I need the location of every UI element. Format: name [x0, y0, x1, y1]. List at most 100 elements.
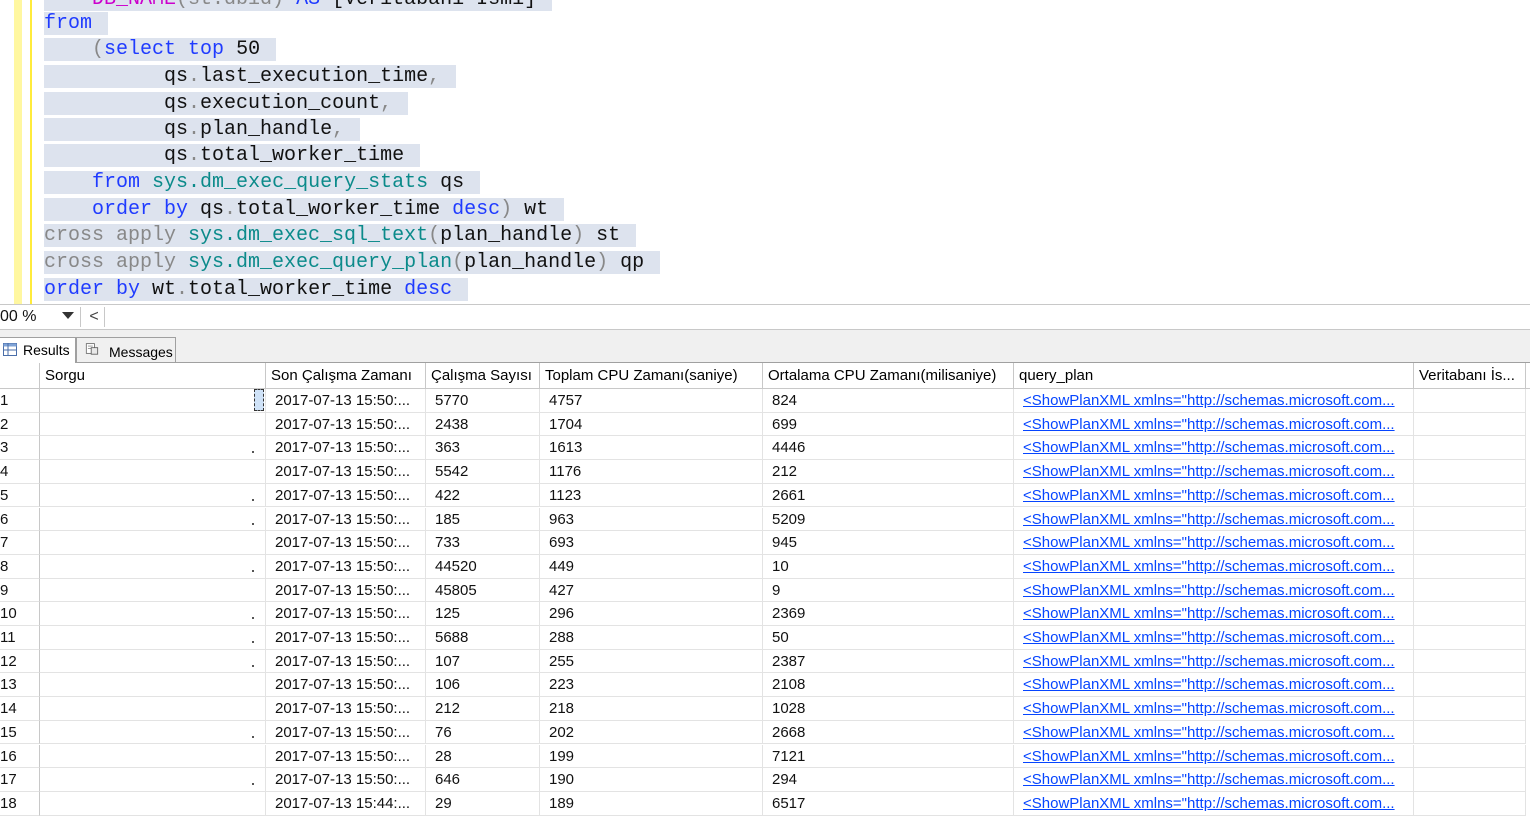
calisma-sayisi-cell[interactable]: 733: [426, 531, 540, 555]
calisma-sayisi-cell[interactable]: 5688: [426, 626, 540, 650]
veritabani-cell[interactable]: [1414, 460, 1526, 484]
ortalama-cpu-cell[interactable]: 824: [763, 389, 1014, 413]
veritabani-cell[interactable]: [1414, 412, 1526, 437]
row-number-cell[interactable]: 18: [0, 791, 40, 816]
son-calisma-zamani-cell[interactable]: 2017-07-13 15:50:...: [266, 768, 426, 792]
calisma-sayisi-cell[interactable]: 5770: [426, 389, 540, 413]
query-plan-link[interactable]: <ShowPlanXML xmlns="http://schemas.micro…: [1014, 412, 1414, 437]
veritabani-cell[interactable]: [1414, 720, 1526, 745]
son-calisma-zamani-cell[interactable]: 2017-07-13 15:44:...: [266, 791, 426, 816]
son-calisma-zamani-cell[interactable]: 2017-07-13 15:50:...: [266, 436, 426, 461]
query-plan-link[interactable]: <ShowPlanXML xmlns="http://schemas.micro…: [1014, 649, 1414, 674]
toplam-cpu-cell[interactable]: 288: [540, 626, 763, 650]
table-row[interactable]: 1 2017-07-13 15:50:... 5770 4757 824 <ShowPla…: [0, 389, 1530, 413]
toplam-cpu-cell[interactable]: 218: [540, 697, 763, 721]
son-calisma-zamani-cell[interactable]: 2017-07-13 15:50:...: [266, 626, 426, 650]
veritabani-cell[interactable]: [1414, 791, 1526, 816]
query-plan-link[interactable]: <ShowPlanXML xmlns="http://schemas.micro…: [1014, 389, 1414, 413]
query-plan-link[interactable]: <ShowPlanXML xmlns="http://schemas.micro…: [1014, 768, 1414, 792]
calisma-sayisi-cell[interactable]: 5542: [426, 460, 540, 484]
son-calisma-zamani-cell[interactable]: 2017-07-13 15:50:...: [266, 460, 426, 484]
code-line[interactable]: qs.last_execution_time,: [44, 64, 457, 90]
row-number-cell[interactable]: 4: [0, 460, 40, 484]
code-line[interactable]: qs.execution_count,: [44, 91, 409, 117]
column-header-veritabani[interactable]: Veritabanı İs...: [1414, 363, 1526, 389]
query-plan-link[interactable]: <ShowPlanXML xmlns="http://schemas.micro…: [1014, 697, 1414, 721]
sorgu-cell[interactable]: [40, 768, 266, 792]
calisma-sayisi-cell[interactable]: 107: [426, 649, 540, 674]
veritabani-cell[interactable]: [1414, 436, 1526, 461]
sorgu-cell[interactable]: [40, 578, 266, 603]
veritabani-cell[interactable]: [1414, 744, 1526, 769]
query-plan-link[interactable]: <ShowPlanXML xmlns="http://schemas.micro…: [1014, 460, 1414, 484]
son-calisma-zamani-cell[interactable]: 2017-07-13 15:50:...: [266, 507, 426, 532]
row-number-cell[interactable]: 9: [0, 578, 40, 603]
sorgu-cell[interactable]: [40, 460, 266, 484]
calisma-sayisi-cell[interactable]: 125: [426, 602, 540, 626]
sorgu-cell[interactable]: [40, 554, 266, 579]
sorgu-cell[interactable]: [40, 389, 266, 413]
query-plan-link[interactable]: <ShowPlanXML xmlns="http://schemas.micro…: [1014, 483, 1414, 508]
sorgu-cell[interactable]: [40, 673, 266, 698]
table-row[interactable]: 6 2017-07-13 15:50:... 185 963 5209 <ShowPlan…: [0, 507, 1530, 532]
query-plan-link[interactable]: <ShowPlanXML xmlns="http://schemas.micro…: [1014, 602, 1414, 626]
son-calisma-zamani-cell[interactable]: 2017-07-13 15:50:...: [266, 744, 426, 769]
toplam-cpu-cell[interactable]: 693: [540, 531, 763, 555]
code-line[interactable]: from: [44, 11, 109, 37]
calisma-sayisi-cell[interactable]: 212: [426, 697, 540, 721]
results-grid[interactable]: Sorgu Son Çalışma Zamanı Çalışma Sayısı …: [0, 363, 1530, 820]
toplam-cpu-cell[interactable]: 963: [540, 507, 763, 532]
table-row[interactable]: 7 2017-07-13 15:50:... 733 693 945 <ShowPlanX…: [0, 531, 1530, 555]
sorgu-cell[interactable]: [40, 720, 266, 745]
ortalama-cpu-cell[interactable]: 2661: [763, 483, 1014, 508]
query-plan-link[interactable]: <ShowPlanXML xmlns="http://schemas.micro…: [1014, 791, 1414, 816]
calisma-sayisi-cell[interactable]: 76: [426, 720, 540, 745]
ortalama-cpu-cell[interactable]: 2369: [763, 602, 1014, 626]
query-plan-link[interactable]: <ShowPlanXML xmlns="http://schemas.micro…: [1014, 507, 1414, 532]
query-plan-link[interactable]: <ShowPlanXML xmlns="http://schemas.micro…: [1014, 531, 1414, 555]
sorgu-cell[interactable]: [40, 697, 266, 721]
row-number-cell[interactable]: 1: [0, 389, 40, 413]
sorgu-cell[interactable]: [40, 791, 266, 816]
sorgu-cell[interactable]: [40, 744, 266, 769]
column-header-ortalama-cpu[interactable]: Ortalama CPU Zamanı(milisaniye): [763, 363, 1014, 389]
query-plan-link[interactable]: <ShowPlanXML xmlns="http://schemas.micro…: [1014, 720, 1414, 745]
query-plan-link[interactable]: <ShowPlanXML xmlns="http://schemas.micro…: [1014, 578, 1414, 603]
toplam-cpu-cell[interactable]: 296: [540, 602, 763, 626]
ortalama-cpu-cell[interactable]: 2108: [763, 673, 1014, 698]
row-number-cell[interactable]: 8: [0, 554, 40, 579]
zoom-level[interactable]: 00 %: [0, 308, 36, 326]
veritabani-cell[interactable]: [1414, 578, 1526, 603]
row-number-cell[interactable]: 10: [0, 602, 40, 626]
ortalama-cpu-cell[interactable]: 699: [763, 412, 1014, 437]
table-row[interactable]: 3 2017-07-13 15:50:... 363 1613 4446 <ShowPla…: [0, 436, 1530, 461]
toplam-cpu-cell[interactable]: 255: [540, 649, 763, 674]
calisma-sayisi-cell[interactable]: 422: [426, 483, 540, 508]
ortalama-cpu-cell[interactable]: 2668: [763, 720, 1014, 745]
table-row[interactable]: 4 2017-07-13 15:50:... 5542 1176 212 <ShowPla…: [0, 460, 1530, 484]
ortalama-cpu-cell[interactable]: 9: [763, 578, 1014, 603]
row-number-cell[interactable]: 17: [0, 768, 40, 792]
table-row[interactable]: 14 2017-07-13 15:50:... 212 218 1028 <ShowPla…: [0, 697, 1530, 721]
row-number-cell[interactable]: 11: [0, 626, 40, 650]
table-row[interactable]: 12 2017-07-13 15:50:... 107 255 2387 <ShowPla…: [0, 649, 1530, 674]
veritabani-cell[interactable]: [1414, 507, 1526, 532]
ortalama-cpu-cell[interactable]: 294: [763, 768, 1014, 792]
query-plan-link[interactable]: <ShowPlanXML xmlns="http://schemas.micro…: [1014, 626, 1414, 650]
code-line[interactable]: qs.total_worker_time: [44, 143, 421, 169]
calisma-sayisi-cell[interactable]: 29: [426, 791, 540, 816]
veritabani-cell[interactable]: [1414, 697, 1526, 721]
table-row[interactable]: 16 2017-07-13 15:50:... 28 199 7121 <ShowPlan…: [0, 744, 1530, 769]
row-number-cell[interactable]: 13: [0, 673, 40, 698]
sorgu-cell[interactable]: [40, 412, 266, 437]
code-line[interactable]: cross apply sys.dm_exec_query_plan(plan_…: [44, 250, 661, 276]
column-header-sorgu[interactable]: Sorgu: [40, 363, 266, 389]
calisma-sayisi-cell[interactable]: 363: [426, 436, 540, 461]
calisma-sayisi-cell[interactable]: 2438: [426, 412, 540, 437]
row-number-cell[interactable]: 15: [0, 720, 40, 745]
code-line[interactable]: order by qs.total_worker_time desc) wt: [44, 197, 565, 223]
son-calisma-zamani-cell[interactable]: 2017-07-13 15:50:...: [266, 412, 426, 437]
table-row[interactable]: 11 2017-07-13 15:50:... 5688 288 50 <ShowPlan…: [0, 626, 1530, 650]
son-calisma-zamani-cell[interactable]: 2017-07-13 15:50:...: [266, 554, 426, 579]
query-plan-link[interactable]: <ShowPlanXML xmlns="http://schemas.micro…: [1014, 744, 1414, 769]
